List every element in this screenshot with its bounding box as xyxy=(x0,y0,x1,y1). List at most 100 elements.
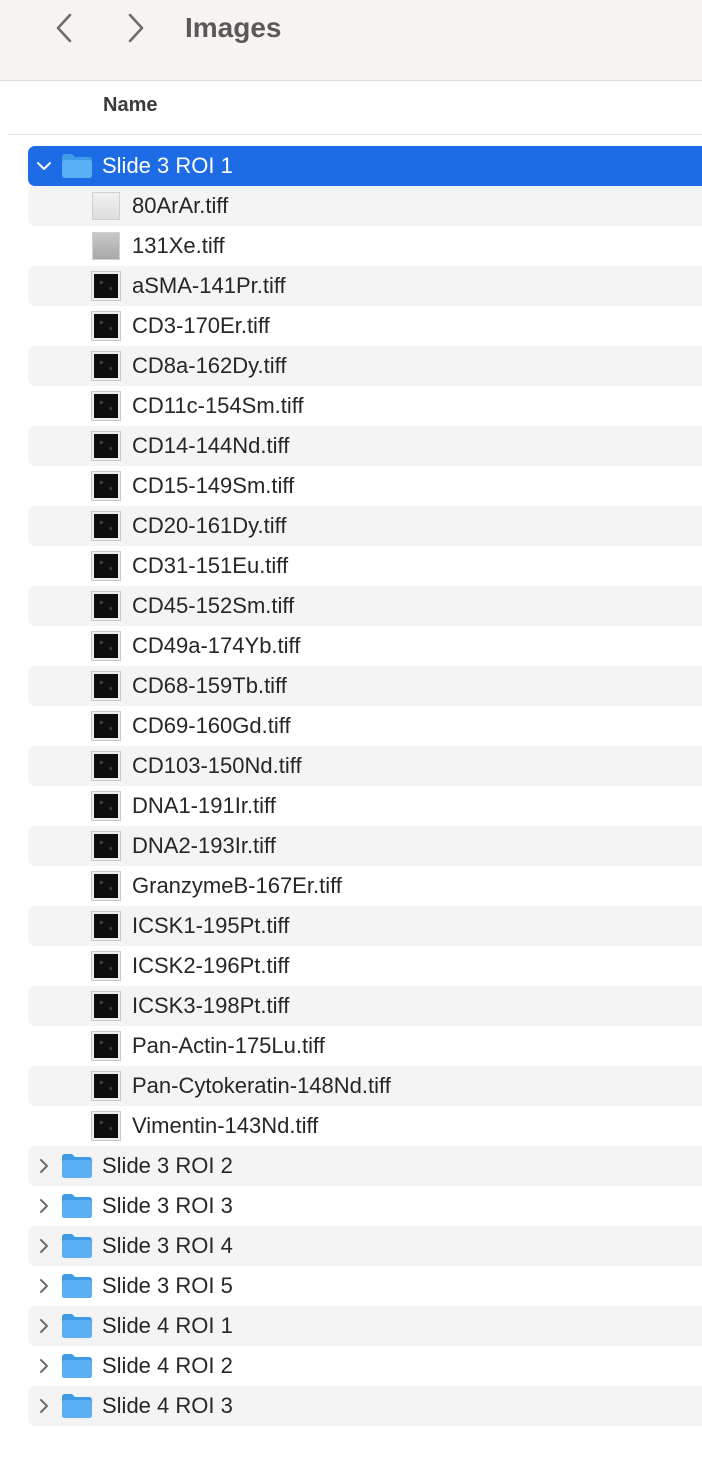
file-name: 80ArAr.tiff xyxy=(132,193,229,218)
folder-row[interactable]: Slide 4 ROI 2 xyxy=(28,1346,702,1386)
folder-row[interactable]: Slide 3 ROI 1 xyxy=(28,146,702,186)
file-name: ICSK2-196Pt.tiff xyxy=(132,953,290,978)
file-name: CD15-149Sm.tiff xyxy=(132,473,295,498)
file-row[interactable]: CD49a-174Yb.tiff xyxy=(28,626,702,666)
tiff-thumbnail-icon xyxy=(91,271,121,301)
file-name: DNA1-191Ir.tiff xyxy=(132,793,276,818)
file-row[interactable]: CD3-170Er.tiff xyxy=(28,306,702,346)
folder-row[interactable]: Slide 4 ROI 1 xyxy=(28,1306,702,1346)
folder-name: Slide 3 ROI 4 xyxy=(102,1233,233,1258)
folder-name: Slide 4 ROI 3 xyxy=(102,1393,233,1418)
file-row[interactable]: Pan-Cytokeratin-148Nd.tiff xyxy=(28,1066,702,1106)
file-row[interactable]: CD68-159Tb.tiff xyxy=(28,666,702,706)
file-row[interactable]: CD15-149Sm.tiff xyxy=(28,466,702,506)
chevron-right-icon[interactable] xyxy=(36,1318,52,1334)
folder-name: Slide 4 ROI 2 xyxy=(102,1353,233,1378)
file-name: CD3-170Er.tiff xyxy=(132,313,270,338)
folder-row[interactable]: Slide 3 ROI 4 xyxy=(28,1226,702,1266)
folder-icon xyxy=(62,154,92,178)
chevron-right-icon[interactable] xyxy=(36,1278,52,1294)
tiff-thumbnail-icon xyxy=(91,911,121,941)
chevron-right-icon[interactable] xyxy=(36,1158,52,1174)
file-row[interactable]: DNA1-191Ir.tiff xyxy=(28,786,702,826)
file-row[interactable]: DNA2-193Ir.tiff xyxy=(28,826,702,866)
folder-name: Slide 3 ROI 1 xyxy=(102,153,233,178)
file-row[interactable]: GranzymeB-167Er.tiff xyxy=(28,866,702,906)
tiff-thumbnail-icon xyxy=(91,391,121,421)
file-row[interactable]: CD103-150Nd.tiff xyxy=(28,746,702,786)
file-row[interactable]: aSMA-141Pr.tiff xyxy=(28,266,702,306)
forward-button[interactable] xyxy=(114,10,158,46)
folder-icon xyxy=(62,1154,92,1178)
tiff-thumbnail-icon xyxy=(91,351,121,381)
chevron-right-icon xyxy=(128,13,144,43)
folder-row[interactable]: Slide 4 ROI 3 xyxy=(28,1386,702,1426)
file-row[interactable]: 131Xe.tiff xyxy=(28,226,702,266)
folder-name: Slide 3 ROI 5 xyxy=(102,1273,233,1298)
folder-row[interactable]: Slide 3 ROI 2 xyxy=(28,1146,702,1186)
back-button[interactable] xyxy=(42,10,86,46)
tiff-thumbnail-icon xyxy=(92,232,120,260)
file-row[interactable]: ICSK1-195Pt.tiff xyxy=(28,906,702,946)
column-header: Name xyxy=(8,81,702,135)
file-name: CD11c-154Sm.tiff xyxy=(132,393,304,418)
name-column-header[interactable]: Name xyxy=(103,94,157,117)
chevron-right-icon[interactable] xyxy=(36,1198,52,1214)
file-name: CD49a-174Yb.tiff xyxy=(132,633,301,658)
folder-name: Slide 4 ROI 1 xyxy=(102,1313,233,1338)
file-name: CD68-159Tb.tiff xyxy=(132,673,287,698)
chevron-left-icon xyxy=(56,13,72,43)
tiff-thumbnail-icon xyxy=(91,631,121,661)
tiff-thumbnail-icon xyxy=(91,671,121,701)
tiff-thumbnail-icon xyxy=(91,1031,121,1061)
tiff-thumbnail-icon xyxy=(91,591,121,621)
tiff-thumbnail-icon xyxy=(91,431,121,461)
file-row[interactable]: ICSK2-196Pt.tiff xyxy=(28,946,702,986)
file-name: CD103-150Nd.tiff xyxy=(132,753,302,778)
file-name: Pan-Actin-175Lu.tiff xyxy=(132,1033,325,1058)
tiff-thumbnail-icon xyxy=(91,511,121,541)
file-row[interactable]: Pan-Actin-175Lu.tiff xyxy=(28,1026,702,1066)
tiff-thumbnail-icon xyxy=(91,711,121,741)
file-row[interactable]: CD14-144Nd.tiff xyxy=(28,426,702,466)
file-name: Pan-Cytokeratin-148Nd.tiff xyxy=(132,1073,391,1098)
folder-name: Slide 3 ROI 3 xyxy=(102,1193,233,1218)
chevron-down-icon[interactable] xyxy=(36,158,52,174)
file-row[interactable]: CD69-160Gd.tiff xyxy=(28,706,702,746)
file-row[interactable]: CD8a-162Dy.tiff xyxy=(28,346,702,386)
file-row[interactable]: Vimentin-143Nd.tiff xyxy=(28,1106,702,1146)
file-name: aSMA-141Pr.tiff xyxy=(132,273,286,298)
file-list: Slide 3 ROI 1 80ArAr.tiff 131Xe.tiff aSMA-1… xyxy=(0,146,702,1458)
tiff-thumbnail-icon xyxy=(91,831,121,861)
file-name: CD45-152Sm.tiff xyxy=(132,593,295,618)
file-name: CD31-151Eu.tiff xyxy=(132,553,289,578)
folder-icon xyxy=(62,1194,92,1218)
tiff-thumbnail-icon xyxy=(91,871,121,901)
chevron-right-icon[interactable] xyxy=(36,1238,52,1254)
file-name: ICSK3-198Pt.tiff xyxy=(132,993,290,1018)
tiff-thumbnail-icon xyxy=(91,751,121,781)
file-row[interactable]: CD11c-154Sm.tiff xyxy=(28,386,702,426)
folder-icon xyxy=(62,1234,92,1258)
folder-icon xyxy=(62,1314,92,1338)
folder-icon xyxy=(62,1394,92,1418)
file-name: CD20-161Dy.tiff xyxy=(132,513,287,538)
chevron-right-icon[interactable] xyxy=(36,1398,52,1414)
tiff-thumbnail-icon xyxy=(91,991,121,1021)
file-row[interactable]: CD45-152Sm.tiff xyxy=(28,586,702,626)
file-row[interactable]: ICSK3-198Pt.tiff xyxy=(28,986,702,1026)
folder-name: Slide 3 ROI 2 xyxy=(102,1153,233,1178)
tiff-thumbnail-icon xyxy=(91,471,121,501)
file-name: DNA2-193Ir.tiff xyxy=(132,833,276,858)
finder-toolbar: Images xyxy=(0,0,702,81)
folder-icon xyxy=(62,1274,92,1298)
tiff-thumbnail-icon xyxy=(91,311,121,341)
tiff-thumbnail-icon xyxy=(91,1111,121,1141)
folder-row[interactable]: Slide 3 ROI 3 xyxy=(28,1186,702,1226)
tiff-thumbnail-icon xyxy=(91,1071,121,1101)
folder-row[interactable]: Slide 3 ROI 5 xyxy=(28,1266,702,1306)
chevron-right-icon[interactable] xyxy=(36,1358,52,1374)
file-row[interactable]: 80ArAr.tiff xyxy=(28,186,702,226)
file-row[interactable]: CD31-151Eu.tiff xyxy=(28,546,702,586)
file-row[interactable]: CD20-161Dy.tiff xyxy=(28,506,702,546)
